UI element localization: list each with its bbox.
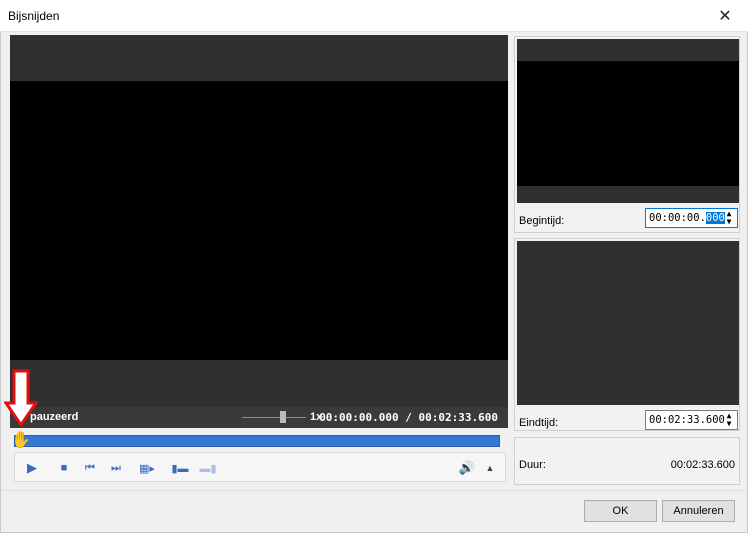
- start-time-spinner[interactable]: ▲ ▼: [723, 210, 735, 226]
- cancel-button[interactable]: Annuleren: [662, 500, 735, 522]
- end-time-field[interactable]: 00:02:33.600 ▲ ▼: [645, 410, 738, 430]
- next-frame-button[interactable]: ⏭: [105, 457, 127, 479]
- start-frame-thumbnail: [517, 39, 739, 203]
- volume-menu-button[interactable]: ▲: [481, 457, 499, 479]
- previous-frame-button[interactable]: ⏮: [79, 457, 101, 479]
- speed-slider-track[interactable]: [242, 417, 306, 418]
- set-end-icon: ▬▮: [199, 462, 217, 475]
- hand-cursor-icon[interactable]: ✋: [11, 431, 31, 451]
- ok-button[interactable]: OK: [584, 500, 657, 522]
- stop-icon: ■: [60, 462, 68, 474]
- start-frame-panel: Begintijd: 00:00:00.000 ▲ ▼: [514, 36, 740, 233]
- caret-up-icon: ▲: [485, 463, 495, 473]
- duration-value: 00:02:33.600: [670, 459, 735, 471]
- end-time-value: 00:02:33.600: [649, 414, 725, 426]
- volume-button[interactable]: 🔊: [455, 457, 479, 479]
- seek-bar[interactable]: [14, 435, 500, 447]
- set-end-button[interactable]: ▬▮: [195, 457, 221, 479]
- video-viewport: [10, 81, 508, 360]
- film-frame-icon: ▦▸: [139, 462, 155, 475]
- window-title: Bijsnijden: [8, 9, 60, 23]
- mark-frame-button[interactable]: ▦▸: [133, 457, 161, 479]
- playback-controls: ▶ ■ ⏮ ⏭ ▦▸ ▮▬ ▬▮ 🔊 ▲: [14, 452, 506, 482]
- end-frame-thumbnail: [517, 241, 739, 405]
- red-down-arrow-icon: [4, 369, 38, 428]
- play-button[interactable]: ▶: [21, 457, 43, 479]
- end-time-label: Eindtijd:: [519, 417, 559, 429]
- skip-forward-icon: ⏭: [111, 461, 121, 474]
- start-time-value: 00:00:00.: [649, 212, 706, 224]
- set-start-button[interactable]: ▮▬: [167, 457, 193, 479]
- end-frame-panel: Eindtijd: 00:02:33.600 ▲ ▼: [514, 238, 740, 431]
- set-start-icon: ▮▬: [171, 462, 189, 475]
- player-status-bar: pauzeerd 1x 00:00:00.000 / 00:02:33.600: [10, 407, 508, 428]
- play-icon: ▶: [27, 460, 37, 475]
- video-player[interactable]: pauzeerd 1x 00:00:00.000 / 00:02:33.600: [10, 35, 508, 428]
- duration-label: Duur:: [519, 459, 546, 471]
- start-time-label: Begintijd:: [519, 215, 565, 227]
- volume-icon: 🔊: [458, 460, 476, 475]
- title-bar: Bijsnijden ✕: [0, 0, 748, 32]
- skip-back-icon: ⏮: [85, 461, 95, 474]
- duration-panel: Duur: 00:02:33.600: [514, 437, 740, 485]
- end-time-spinner[interactable]: ▲ ▼: [723, 412, 735, 428]
- stop-button[interactable]: ■: [53, 457, 75, 479]
- close-icon[interactable]: ✕: [702, 0, 748, 32]
- timecode: 00:00:00.000 / 00:02:33.600: [319, 411, 498, 424]
- start-time-field[interactable]: 00:00:00.000 ▲ ▼: [645, 208, 738, 228]
- speed-slider-thumb[interactable]: [280, 411, 286, 423]
